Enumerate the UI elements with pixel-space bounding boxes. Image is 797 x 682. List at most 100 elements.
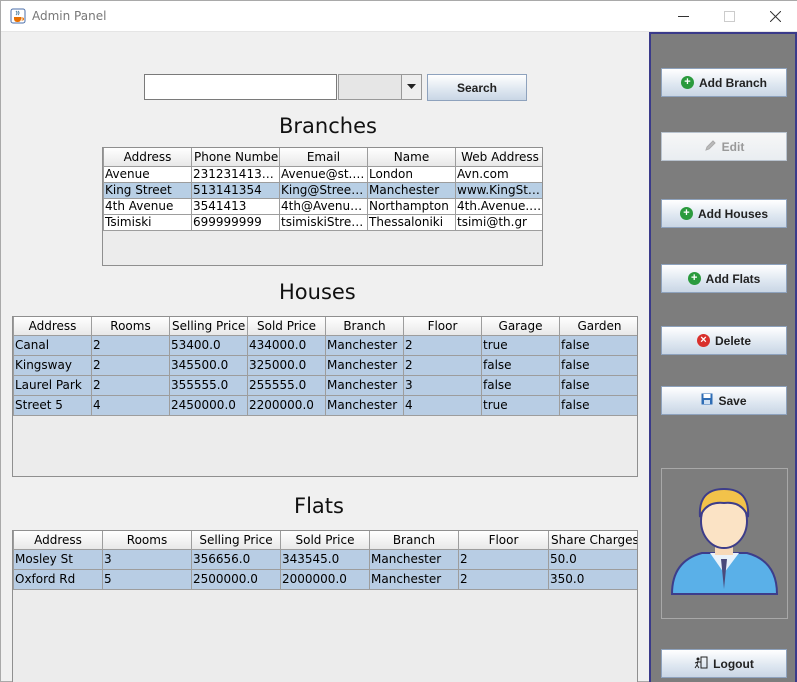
table-cell[interactable]: Avenue@st.c... [279,165,368,183]
column-header[interactable]: Rooms [91,317,170,336]
table-cell[interactable]: 345500.0 [169,354,248,376]
table-row[interactable]: 4th Avenue 3541413 4th@Avenue.uk Northampto… [103,197,542,215]
table-cell[interactable]: Manchester [325,334,404,356]
table-cell[interactable]: 355555.0 [169,374,248,396]
table-cell[interactable]: 350.0 [548,568,637,590]
table-cell[interactable]: false [559,354,637,376]
table-cell[interactable]: 2000000.0 [280,568,370,590]
table-cell[interactable]: 2450000.0 [169,394,248,416]
table-cell[interactable]: 699999999 [191,213,280,231]
column-header[interactable]: Email [279,148,368,167]
table-row[interactable]: Kingsway 2 345500.0 325000.0 Manchester 2 fals… [13,354,637,376]
column-header[interactable]: Name [367,148,456,167]
table-row[interactable]: Mosley St 3 356656.0 343545.0 Manchester 2 50.… [13,548,637,570]
search-button[interactable]: Search [427,74,527,101]
table-cell[interactable]: King Street [103,181,192,199]
column-header[interactable]: Selling Price [169,317,248,336]
table-cell[interactable]: false [559,334,637,356]
table-cell[interactable]: 2 [403,354,482,376]
table-cell[interactable]: 356656.0 [191,548,281,570]
delete-button[interactable]: × Delete [661,326,787,355]
column-header[interactable]: Branch [325,317,404,336]
table-cell[interactable]: 3541413 [191,197,280,215]
search-filter-select[interactable] [338,74,422,100]
table-cell[interactable]: Manchester [325,394,404,416]
table-cell[interactable]: 4 [403,394,482,416]
table-cell[interactable]: 2 [91,354,170,376]
table-cell[interactable]: Thessaloniki [367,213,456,231]
table-cell[interactable]: tsimiskiStreet... [279,213,368,231]
table-cell[interactable]: 2 [458,548,549,570]
edit-button[interactable]: Edit [661,132,787,161]
column-header[interactable]: Web Address [455,148,542,167]
table-cell[interactable]: false [481,374,560,396]
table-row[interactable]: Laurel Park 2 355555.0 255555.0 Manchester 3 f… [13,374,637,396]
table-row[interactable]: Oxford Rd 5 2500000.0 2000000.0 Manchester 2 3… [13,568,637,590]
table-cell[interactable]: 343545.0 [280,548,370,570]
table-cell[interactable]: true [481,394,560,416]
table-cell[interactable]: 255555.0 [247,374,326,396]
table-cell[interactable]: Canal [13,334,92,356]
column-header[interactable]: Garden [559,317,637,336]
table-cell[interactable]: Avn.com [455,165,542,183]
column-header[interactable]: Floor [403,317,482,336]
maximize-button[interactable] [706,1,752,31]
table-cell[interactable]: 53400.0 [169,334,248,356]
column-header[interactable]: Sold Price [247,317,326,336]
table-cell[interactable]: 4th@Avenue.uk [279,197,368,215]
add-flats-button[interactable]: + Add Flats [661,264,787,293]
table-cell[interactable]: 2 [91,374,170,396]
table-cell[interactable]: 4th.Avenue.uk [455,197,542,215]
table-row[interactable]: Canal 2 53400.0 434000.0 Manchester 2 true fals… [13,334,637,356]
title-bar[interactable]: Admin Panel [1,1,797,32]
column-header[interactable]: Phone Number [191,148,280,167]
table-cell[interactable]: 3 [403,374,482,396]
minimize-button[interactable] [660,1,706,31]
table-cell[interactable]: 2200000.0 [247,394,326,416]
table-cell[interactable]: Manchester [325,374,404,396]
column-header[interactable]: Address [13,317,92,336]
table-cell[interactable]: false [559,394,637,416]
table-cell[interactable]: 2312314134... [191,165,280,183]
table-cell[interactable]: 513141354 [191,181,280,199]
table-cell[interactable]: false [559,374,637,396]
table-cell[interactable]: 325000.0 [247,354,326,376]
column-header[interactable]: Sold Price [280,531,370,550]
table-row[interactable]: Tsimiski 699999999 tsimiskiStreet... Thessa… [103,213,542,231]
add-branch-button[interactable]: + Add Branch [661,68,787,97]
save-button[interactable]: Save [661,386,787,415]
flats-table[interactable]: Address Rooms Selling Price Sold Price Branc… [12,530,638,682]
table-cell[interactable]: Kingsway [13,354,92,376]
table-cell[interactable]: 4 [91,394,170,416]
chevron-down-icon[interactable] [401,75,421,99]
table-cell[interactable]: 50.0 [548,548,637,570]
branches-table[interactable]: Address Phone Number Email Name Web Address … [102,147,543,266]
column-header[interactable]: Selling Price [191,531,281,550]
table-cell[interactable]: Avenue [103,165,192,183]
houses-table[interactable]: Address Rooms Selling Price Sold Price Branc… [12,316,638,477]
table-cell[interactable]: 5 [102,568,192,590]
table-cell[interactable]: Manchester [325,354,404,376]
table-cell[interactable]: 2 [91,334,170,356]
column-header[interactable]: Rooms [102,531,192,550]
table-row[interactable]: Avenue 2312314134... Avenue@st.c... London A… [103,165,542,183]
table-cell[interactable]: 2500000.0 [191,568,281,590]
table-cell[interactable]: true [481,334,560,356]
table-cell[interactable]: false [481,354,560,376]
table-cell[interactable]: 2 [403,334,482,356]
column-header[interactable]: Branch [369,531,459,550]
add-houses-button[interactable]: + Add Houses [661,199,787,228]
table-cell[interactable]: London [367,165,456,183]
table-cell[interactable]: tsimi@th.gr [455,213,542,231]
table-cell[interactable]: Manchester [369,568,459,590]
table-cell[interactable]: 3 [102,548,192,570]
table-cell[interactable]: Manchester [367,181,456,199]
table-cell[interactable]: Oxford Rd [13,568,103,590]
close-button[interactable] [752,1,797,31]
table-cell[interactable]: 434000.0 [247,334,326,356]
table-cell[interactable]: Tsimiski [103,213,192,231]
search-input[interactable] [144,74,337,100]
table-cell[interactable]: 4th Avenue [103,197,192,215]
table-row[interactable]: King Street 513141354 King@Street.... Manch… [103,181,542,199]
table-cell[interactable]: Northampton [367,197,456,215]
